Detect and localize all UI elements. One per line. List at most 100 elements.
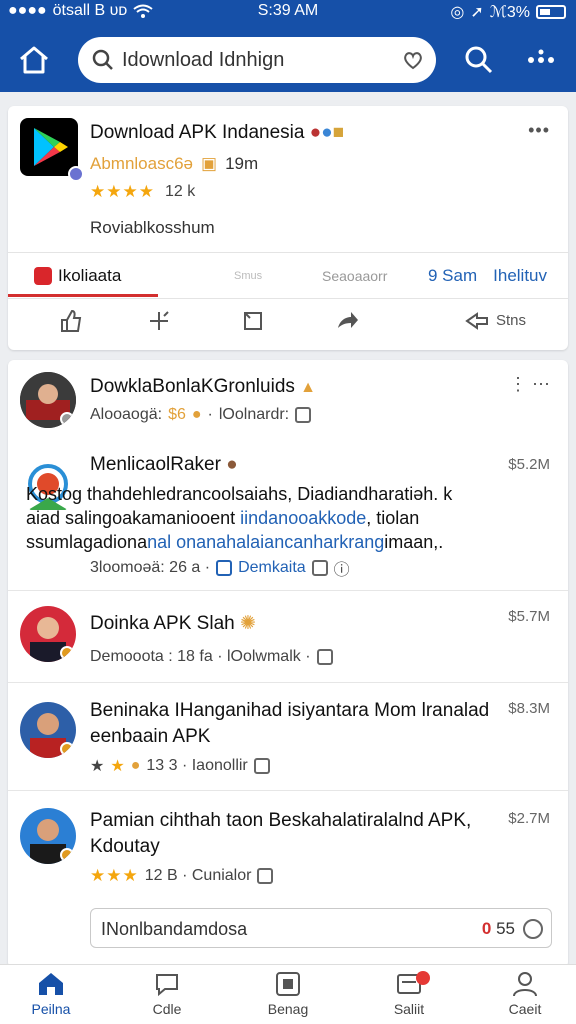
search-icon (92, 49, 113, 70)
home-icon[interactable] (16, 42, 52, 78)
like-icon[interactable] (216, 560, 233, 576)
app-subtitle: Abmnloasc6ə ▣ 19m (90, 154, 258, 174)
app-badge (68, 166, 84, 182)
list-item[interactable]: Pamian cihthah taon Beskahalatiralalnd A… (8, 792, 568, 900)
app-rating: ★★★★ 12 k (90, 182, 195, 202)
nav-app[interactable]: Benag (243, 971, 333, 1017)
rating-count: 12 k (164, 183, 196, 200)
box-icon: ■ (332, 122, 345, 143)
app-card: Download APK Indanesia ●●■ ••• Abmnloasc… (8, 106, 568, 350)
tab-blue-group: 9 Sam Ihelituv (428, 266, 547, 286)
divider (8, 790, 568, 791)
header-search-icon[interactable] (464, 45, 494, 75)
more-icon[interactable] (526, 46, 556, 74)
nav-chat[interactable]: Cdle (122, 971, 212, 1017)
app-category[interactable]: Abmnloasc6ə (90, 154, 193, 174)
location-icon: ➚ (470, 4, 484, 21)
list-item-meta: Demooota : 18 fa · lOolwmalk · (90, 648, 333, 666)
list-item[interactable]: Beninaka IHanganihad isiyantara Mom lran… (8, 684, 568, 788)
comment-count-red: 0 (481, 919, 492, 938)
body-line-2: aiad salingoakamaniooent iindanooakkode,… (26, 506, 546, 530)
app-icon[interactable] (20, 118, 84, 182)
meta-link[interactable]: Demkaita (238, 559, 306, 577)
avatar-badge (60, 646, 74, 660)
nav-label: Benag (267, 1001, 309, 1017)
rating-stars: ★★★ (90, 866, 139, 885)
divider (8, 682, 568, 683)
comment-count-value: 55 (496, 919, 515, 938)
sun-icon: ✺ (239, 613, 256, 634)
like-icon[interactable] (253, 758, 270, 774)
avatar-badge (60, 848, 74, 862)
avatar[interactable] (20, 606, 76, 662)
heart-icon[interactable] (402, 49, 424, 71)
star-icon: ★ (110, 758, 125, 775)
like-icon[interactable] (295, 407, 312, 423)
avatar[interactable] (20, 808, 76, 864)
bookmark-icon[interactable] (240, 308, 266, 334)
body-link[interactable]: nal onanahalaiancanharkrang (147, 532, 384, 552)
rating-stars: ★★★★ (90, 182, 155, 201)
shield-icon: ● (321, 122, 333, 143)
play-store-icon (34, 128, 68, 166)
search-bar[interactable]: Idownload Idnhign (78, 37, 436, 83)
share-label[interactable]: Stns (496, 312, 526, 329)
comment-count: 0 55 (482, 919, 515, 939)
app-square-icon (276, 972, 300, 996)
avatar[interactable] (20, 372, 76, 428)
list-item-title: Beninaka IHanganihad isiyantara Mom lran… (90, 700, 490, 721)
list-item-title-text: Doinka APK Slah (90, 613, 235, 634)
list-item[interactable]: MenlicaolRaker ● $5.2M Kostog thahdehled… (8, 444, 568, 586)
list-item-meta: 3loomoəä: 26 a · Demkaita ⓘ (90, 556, 350, 580)
list-item-meta: Alooaogä: $6 ● · lOolnardr: (90, 406, 312, 424)
avatar[interactable] (20, 702, 76, 758)
info-icon[interactable]: ⓘ (334, 556, 350, 580)
body-line-1: Kostog thahdehledrancoolsaiahs, Diadiand… (26, 484, 453, 504)
forward-icon[interactable] (334, 308, 360, 334)
heart-tab-icon (34, 267, 52, 285)
divider (8, 252, 568, 253)
nav-profile[interactable]: Caeit (480, 971, 570, 1017)
clock-icon[interactable] (523, 919, 543, 939)
share-icon[interactable] (464, 308, 490, 334)
like-icon[interactable] (257, 868, 274, 884)
card-more-icon[interactable]: ••• (528, 120, 550, 141)
comment-input[interactable]: INonlbandamdosa 0 55 (90, 908, 552, 948)
meta-text: 13 3 · Iaonollir (146, 757, 248, 774)
list-item-price: $5.7M (508, 608, 550, 625)
list-item[interactable]: Doinka APK Slah ✺ $5.7M Demooota : 18 fa… (8, 592, 568, 684)
meta-text-2: lOolnardr: (218, 406, 290, 423)
list-item-title-2: Kdoutay (90, 836, 160, 857)
list-item-body: Kostog thahdehledrancoolsaiahs, Diadiand… (26, 482, 546, 554)
nav-label: Cdle (152, 1001, 182, 1017)
tab-blue-2[interactable]: Ihelituv (493, 266, 547, 286)
list-item-price: $2.7M (508, 810, 550, 827)
app-title: Download APK Indanesia ●●■ (90, 122, 344, 144)
nav-home[interactable]: Peilna (6, 971, 96, 1017)
meta-text: Alooaogä: (90, 406, 163, 423)
body-link[interactable]: iindanooakkode (240, 508, 366, 528)
home-icon (39, 973, 63, 995)
reply-icon[interactable] (146, 308, 172, 334)
list-item[interactable]: DowklaBonlaKGronluids ▲ ⋮ ⋯ Alooaogä: $6… (8, 360, 568, 440)
comment-icon[interactable] (311, 560, 328, 576)
list-item-price: $8.3M (508, 700, 550, 717)
nav-notifications[interactable]: Saliit (364, 971, 454, 1017)
avatar-badge (60, 412, 74, 426)
tab-bar: Ikoliaata Smus Seaoaaorr 9 Sam Ihelituv (8, 254, 568, 298)
emoji-icon: ● (309, 122, 322, 143)
status-bar: ●●●● ötsall B ᴜᴅ S:39 AM ◎ ➚ ℳ3% (0, 0, 576, 24)
tab-active[interactable]: Ikoliaata (34, 266, 121, 286)
list-more-icon[interactable]: ⋮ ⋯ (509, 374, 550, 395)
list-item-title: DowklaBonlaKGronluids ▲ (90, 376, 316, 398)
coin-icon: ● (130, 757, 141, 774)
body-text: aiad salingoakamaniooent (26, 508, 241, 528)
like-icon[interactable] (58, 308, 84, 334)
like-icon[interactable] (316, 649, 333, 665)
tab-faint-2[interactable]: Seaoaaorr (322, 268, 387, 284)
meta-price: $6 (168, 406, 186, 423)
tab-active-label: Ikoliaata (58, 266, 122, 285)
search-input[interactable]: Idownload Idnhign (122, 49, 284, 72)
tab-blue-1[interactable]: 9 Sam (428, 266, 477, 286)
tab-faint-1[interactable]: Smus (234, 270, 262, 282)
